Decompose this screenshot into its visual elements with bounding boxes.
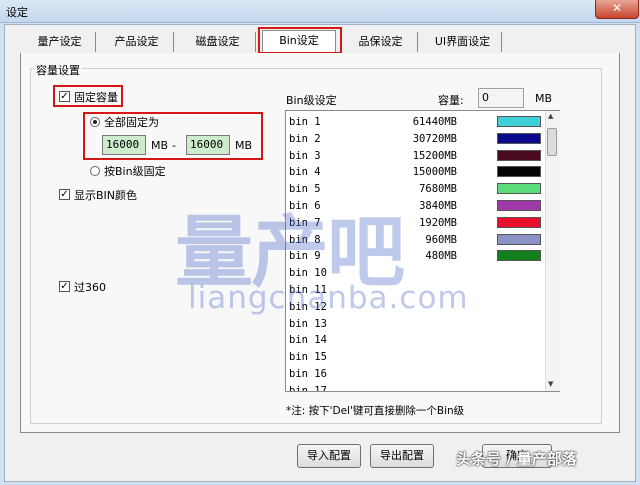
bin-row[interactable]: bin 1 61440MB <box>289 114 541 131</box>
range-separator: - <box>172 139 176 152</box>
scroll-thumb[interactable] <box>547 128 557 156</box>
export-config-button[interactable]: 导出配置 <box>370 444 434 468</box>
corner-watermark: 头条号 / 量产部落 <box>456 450 577 468</box>
tab-quality[interactable]: 品保设定 <box>344 32 418 52</box>
all-fixed-label: 全部固定为 <box>104 116 159 129</box>
bin-row[interactable]: bin 4 15000MB <box>289 164 541 181</box>
by-bin-label: 按Bin级固定 <box>104 165 166 178</box>
bin-row[interactable]: bin 17 <box>289 383 539 392</box>
by-bin-radio[interactable] <box>90 166 100 176</box>
bin-row[interactable]: bin 13 <box>289 316 539 333</box>
bin-row[interactable]: bin 16 <box>289 366 539 383</box>
bin-name: bin 13 <box>289 317 327 330</box>
bin-color-swatch[interactable] <box>497 116 541 127</box>
bin-color-swatch[interactable] <box>497 132 541 144</box>
bin-color-swatch[interactable] <box>497 233 541 245</box>
capacity-label: 容量: <box>438 94 464 107</box>
fixed-capacity-label: 固定容量 <box>74 91 118 104</box>
bin-color-swatch[interactable] <box>497 183 541 195</box>
bin-name: bin 16 <box>289 368 327 380</box>
bin-row[interactable]: bin 3 15200MB <box>289 148 541 165</box>
capacity-unit: MB <box>535 92 553 105</box>
all-fixed-radio[interactable] <box>90 117 100 127</box>
fixed-capacity-checkbox[interactable]: ✓ <box>59 91 70 102</box>
bin-name: bin 2 <box>289 132 321 145</box>
bin-color-swatch[interactable] <box>497 250 541 262</box>
bin-size: 30720MB <box>412 132 457 145</box>
fixed-to-input[interactable]: 16000 <box>186 135 230 155</box>
bin-size: 15200MB <box>412 149 457 162</box>
bin-size: 15000MB <box>412 166 457 179</box>
bin-color-swatch[interactable] <box>497 149 541 161</box>
tab-mass-production[interactable]: 量产设定 <box>24 32 96 52</box>
bin-row[interactable]: bin 14 <box>289 332 539 349</box>
tab-product[interactable]: 产品设定 <box>100 32 174 52</box>
bin-size: 61440MB <box>412 116 457 128</box>
show-bin-color-checkbox[interactable]: ✓ <box>59 189 70 200</box>
bin-name: bin 14 <box>289 334 327 347</box>
group-title: 容量设置 <box>34 62 82 78</box>
scroll-up-icon[interactable]: ▲ <box>548 112 553 120</box>
bin-name: bin 3 <box>289 149 321 162</box>
over360-label: 过360 <box>74 281 106 294</box>
capacity-input[interactable]: 0 <box>478 88 524 108</box>
title-bar <box>0 0 640 23</box>
window-title: 设定 <box>6 6 28 19</box>
fixed-from-input[interactable]: 16000 <box>102 135 146 155</box>
scroll-down-icon[interactable]: ▼ <box>548 380 553 388</box>
bin-name: bin 4 <box>289 166 321 179</box>
bin-color-swatch[interactable] <box>497 216 541 228</box>
bin-settings-label: Bin级设定 <box>286 94 337 107</box>
bin-color-swatch[interactable] <box>497 166 541 178</box>
tab-disk[interactable]: 磁盘设定 <box>180 32 256 52</box>
unit-b: MB <box>235 139 253 152</box>
over360-checkbox[interactable]: ✓ <box>59 281 70 292</box>
import-config-button[interactable]: 导入配置 <box>297 444 361 468</box>
highlight-bin-tab <box>258 27 342 54</box>
unit-a: MB <box>151 139 169 152</box>
tab-ui[interactable]: UI界面设定 <box>424 32 502 52</box>
bin-name: bin 17 <box>289 384 327 392</box>
bin-color-swatch[interactable] <box>497 200 541 211</box>
show-bin-color-label: 显示BIN颜色 <box>74 189 138 202</box>
watermark-url: liangchanba.com <box>188 280 469 316</box>
bin-row[interactable]: bin 15 <box>289 349 539 366</box>
bin-name: bin 1 <box>289 116 321 128</box>
close-button[interactable]: ✕ <box>595 0 639 19</box>
bin-name: bin 15 <box>289 351 327 364</box>
bin-row[interactable]: bin 2 30720MB <box>289 131 541 148</box>
note-text: *注: 按下'Del'键可直接删除一个Bin级 <box>286 405 465 417</box>
